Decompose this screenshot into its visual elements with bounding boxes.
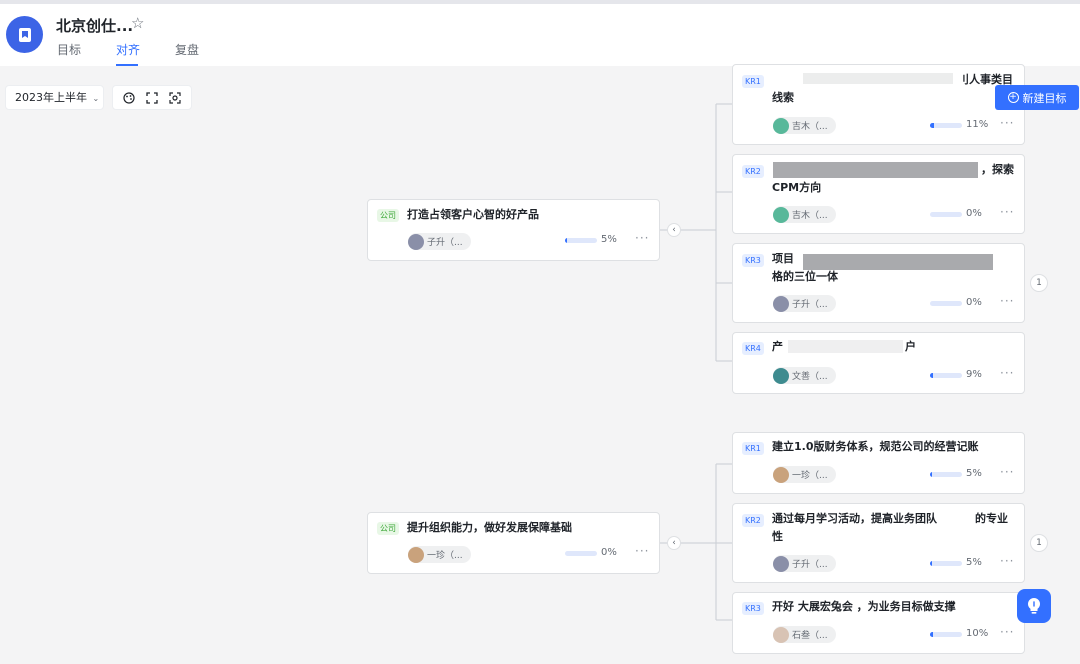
kr-card[interactable]: KR2 ，探索 CPM方向 吉木（... 0% ··· [732,154,1025,234]
progress-label: 10% [966,628,989,639]
more-icon[interactable]: ··· [1000,205,1014,219]
objective-card[interactable]: 公司 提升组织能力，做好发展保障基础 一珍（... 0% ··· [367,512,660,574]
kr-card[interactable]: KR1 建立1.0版财务体系，规范公司的经营记账 一珍（... 5% ··· [732,432,1025,494]
owner-chip[interactable]: 子升（... [408,233,471,250]
more-icon[interactable]: ··· [1000,465,1014,479]
owner-chip[interactable]: 子升（... [773,295,836,312]
objective-title: 打造占领客户心智的好产品 [407,208,539,221]
company-badge: 公司 [377,209,399,222]
kr-title: 产 [772,340,783,353]
redacted-text [773,162,978,178]
more-icon[interactable]: ··· [1000,116,1014,130]
redacted-text [803,73,953,84]
kr-title-line2: 线索 [772,91,794,104]
progress-bar [930,472,962,477]
avatar [773,626,789,643]
kr-card[interactable]: KR1 刂人事类目 线索 吉木（... 11% ··· [732,64,1025,145]
progress-bar [930,373,962,378]
progress-bar [565,238,597,243]
owner-name: 一珍（... [427,551,463,561]
chevron-left-icon[interactable]: ‹ [667,536,681,550]
more-icon[interactable]: ··· [1000,625,1014,639]
lightbulb-icon [1027,597,1041,614]
progress-bar [930,632,962,637]
progress-bar [930,212,962,217]
kr-card[interactable]: KR3 开好 大展宏兔会 ，为业务目标做支撑 石叁（... 10% ··· [732,592,1025,654]
avatar [773,367,789,384]
owner-name: 子升（... [427,238,463,248]
progress-bar [930,301,962,306]
child-count-badge[interactable]: 1 [1030,534,1048,552]
kr-badge: KR2 [742,514,764,527]
progress-bar [930,561,962,566]
kr-title: 通过每月学习活动，提高业务团队 [772,512,937,525]
child-count-badge[interactable]: 1 [1030,274,1048,292]
chevron-left-icon[interactable]: ‹ [667,223,681,237]
owner-chip[interactable]: 吉木（... [773,206,836,223]
company-badge: 公司 [377,522,399,535]
avatar [408,233,424,250]
owner-chip[interactable]: 石叁（... [773,626,836,643]
kr-title: 建立1.0版财务体系，规范公司的经营记账 [772,440,979,453]
kr-title-line2: 性 [772,530,783,543]
kr-badge: KR2 [742,165,764,178]
avatar [773,295,789,312]
owner-name: 子升（... [792,560,828,570]
avatar [773,206,789,223]
kr-title-line2: CPM方向 [772,181,822,194]
more-icon[interactable]: ··· [1000,366,1014,380]
progress-label: 0% [966,297,982,308]
kr-title: 项目 [772,252,794,265]
help-button[interactable] [1017,589,1051,623]
owner-chip[interactable]: 吉木（... [773,117,836,134]
avatar [773,466,789,483]
kr-badge: KR3 [742,254,764,267]
objective-card[interactable]: 公司 打造占领客户心智的好产品 子升（... 5% ··· [367,199,660,261]
more-icon[interactable]: ··· [1000,294,1014,308]
kr-card[interactable]: KR3 项目 格的三位一体 子升（... 0% ··· [732,243,1025,323]
owner-chip[interactable]: 文善（... [773,367,836,384]
owner-chip[interactable]: 一珍（... [773,466,836,483]
kr-badge: KR3 [742,602,764,615]
progress-bar [930,123,962,128]
owner-name: 子升（... [792,300,828,310]
progress-label: 0% [601,547,617,558]
owner-chip[interactable]: 子升（... [773,555,836,572]
owner-name: 吉木（... [792,211,828,221]
avatar [408,546,424,563]
objective-title: 提升组织能力，做好发展保障基础 [407,521,572,534]
owner-name: 文善（... [792,372,828,382]
kr-badge: KR1 [742,75,764,88]
redacted-text [788,340,903,353]
kr-badge: KR1 [742,442,764,455]
progress-label: 5% [966,557,982,568]
more-icon[interactable]: ··· [635,544,649,558]
owner-chip[interactable]: 一珍（... [408,546,471,563]
avatar [773,555,789,572]
progress-bar [565,551,597,556]
owner-name: 吉木（... [792,122,828,132]
kr-title: ，探索 [981,163,1014,176]
plus-circle-icon: + [1007,92,1019,103]
kr-title-suffix: 户 [905,340,916,353]
kr-title-suffix: 的专业 [975,512,1008,525]
owner-name: 一珍（... [792,471,828,481]
progress-label: 11% [966,119,989,130]
new-goal-button[interactable]: + 新建目标 [995,85,1079,110]
owner-name: 石叁（... [792,631,828,641]
progress-label: 0% [966,208,982,219]
progress-label: 5% [601,234,617,245]
progress-label: 9% [966,369,982,380]
more-icon[interactable]: ··· [1000,554,1014,568]
progress-label: 5% [966,468,982,479]
more-icon[interactable]: ··· [635,231,649,245]
kr-badge: KR4 [742,342,764,355]
new-goal-label: 新建目标 [1022,91,1067,105]
kr-card[interactable]: KR2 通过每月学习活动，提高业务团队 的专业 性 子升（... 5% ··· [732,503,1025,583]
kr-card[interactable]: KR4 产 户 文善（... 9% ··· [732,332,1025,394]
avatar [773,117,789,134]
kr-title: 开好 大展宏兔会 ，为业务目标做支撑 [772,600,956,613]
kr-title-line2: 格的三位一体 [772,270,838,283]
